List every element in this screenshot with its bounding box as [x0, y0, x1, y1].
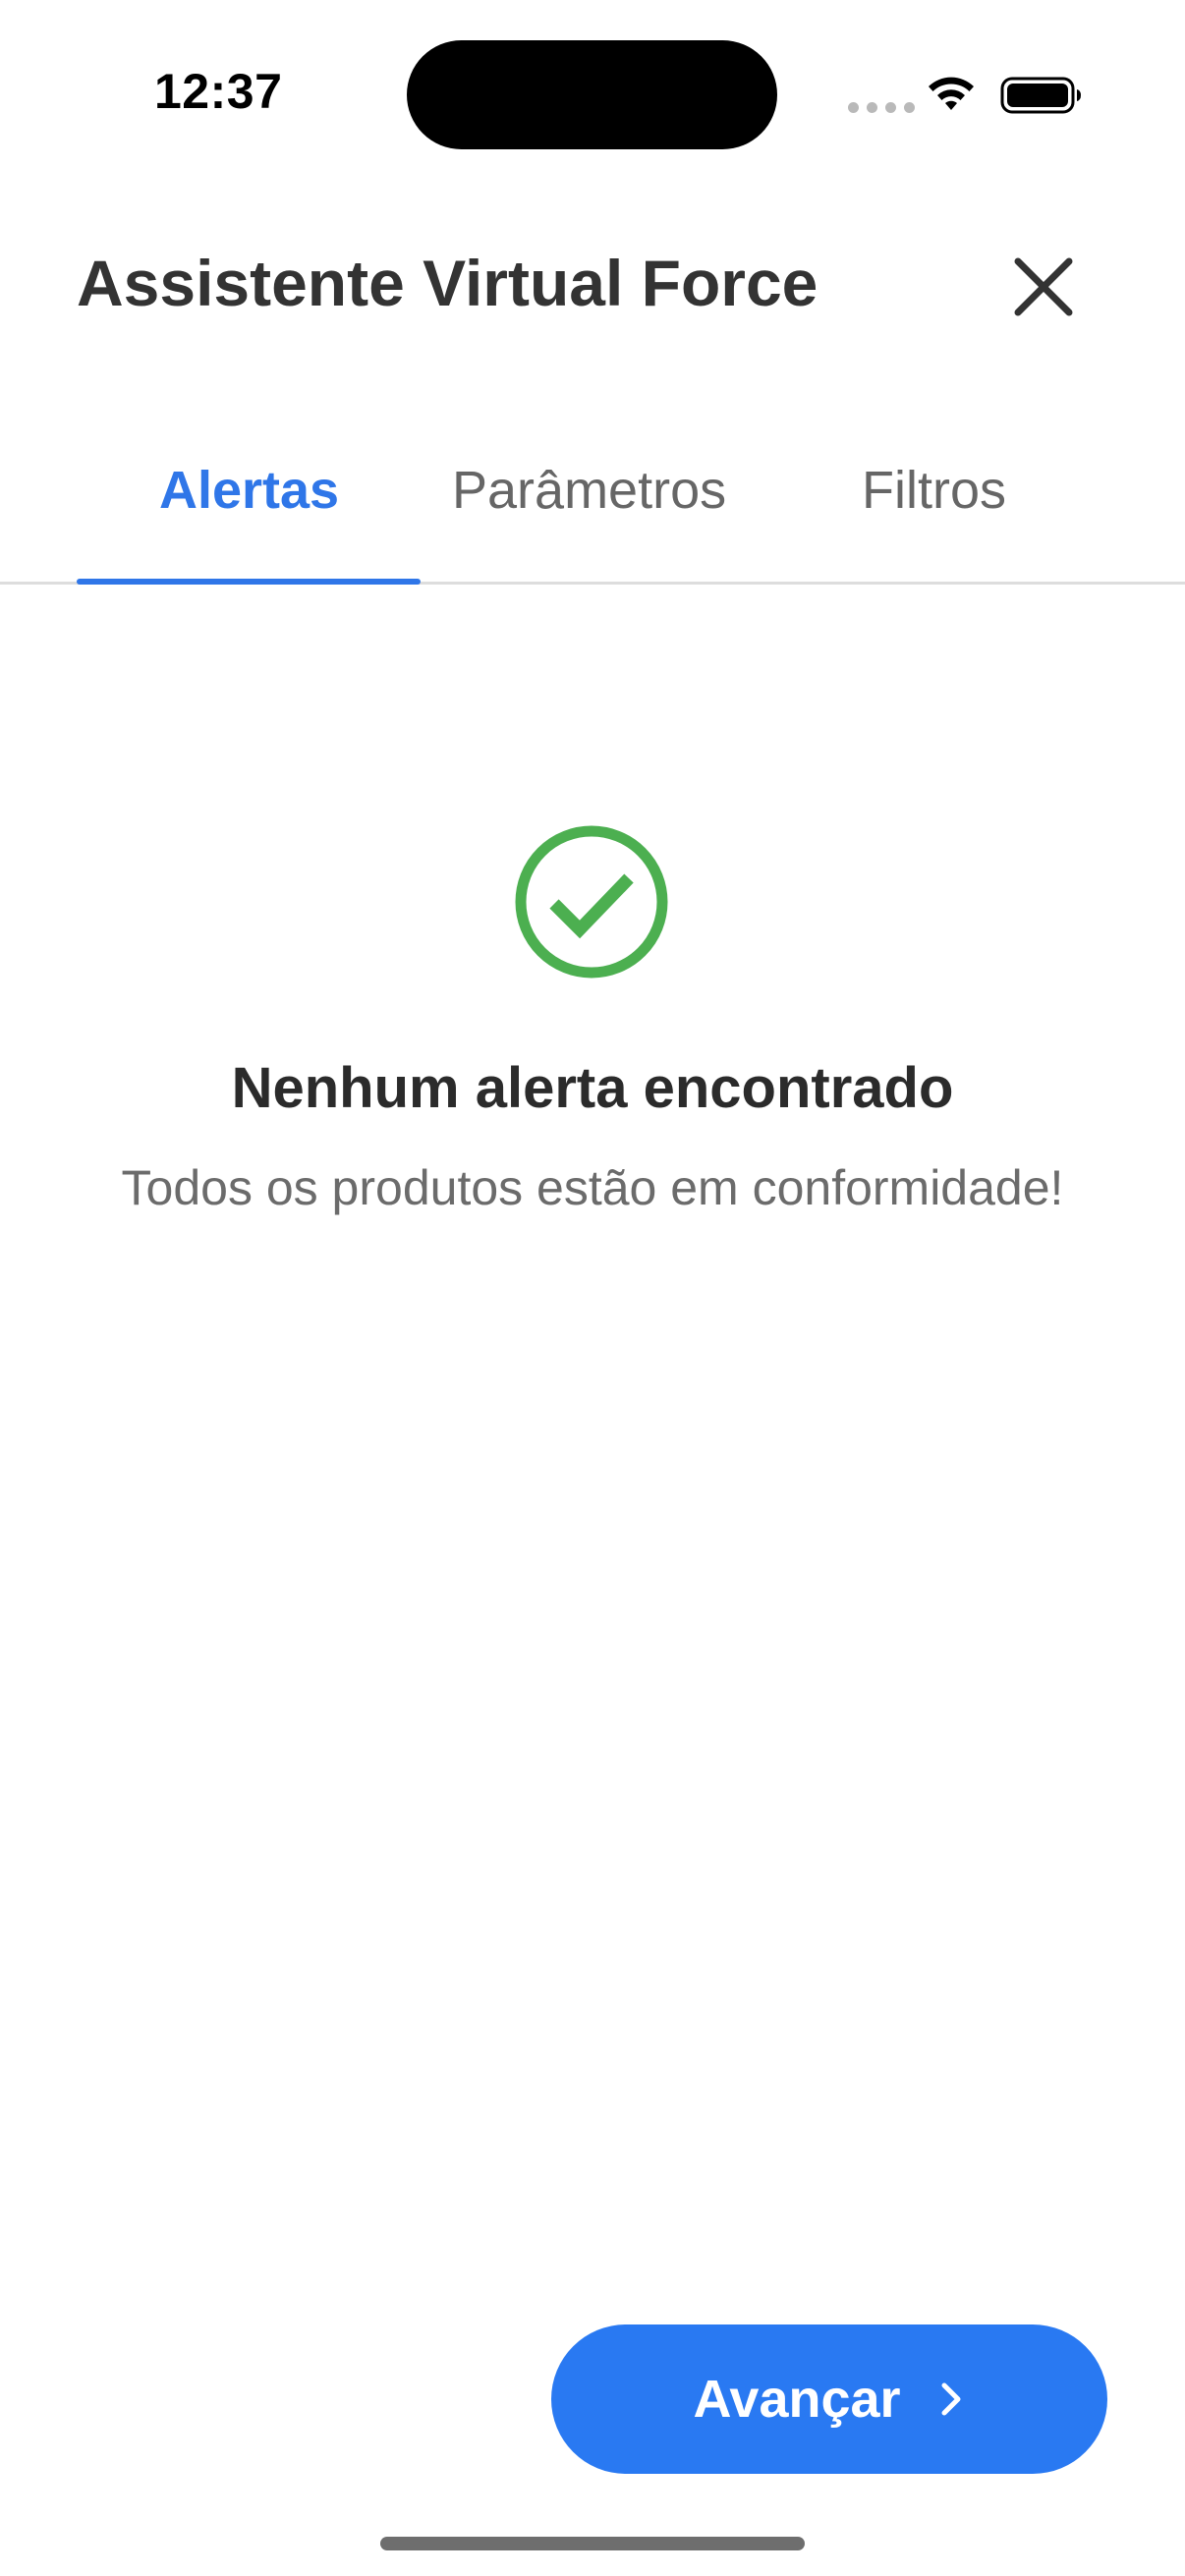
- status-time: 12:37: [154, 64, 283, 119]
- check-circle-icon: [515, 825, 668, 979]
- dynamic-island: [407, 40, 777, 149]
- close-icon: [1014, 257, 1073, 316]
- empty-state-subtitle: Todos os produtos estão em conformidade!: [121, 1160, 1064, 1215]
- active-tab-indicator: [77, 579, 421, 585]
- cellular-dots-icon: [848, 102, 915, 113]
- chevron-right-icon: [941, 2382, 961, 2416]
- next-button[interactable]: Avançar: [551, 2324, 1107, 2474]
- home-indicator: [380, 2537, 805, 2550]
- next-button-label: Avançar: [693, 2370, 901, 2429]
- tab-bar: Alertas Parâmetros Filtros: [0, 413, 1185, 585]
- close-button[interactable]: [1004, 248, 1083, 326]
- empty-state-title: Nenhum alerta encontrado: [231, 1056, 954, 1120]
- tab-filtros[interactable]: Filtros: [862, 460, 1006, 521]
- wifi-icon: [929, 77, 974, 110]
- tab-parametros[interactable]: Parâmetros: [452, 460, 726, 521]
- tab-alertas[interactable]: Alertas: [159, 460, 339, 521]
- status-bar: 12:37: [0, 0, 1185, 187]
- battery-icon: [1000, 77, 1081, 114]
- page-title: Assistente Virtual Force: [77, 247, 818, 319]
